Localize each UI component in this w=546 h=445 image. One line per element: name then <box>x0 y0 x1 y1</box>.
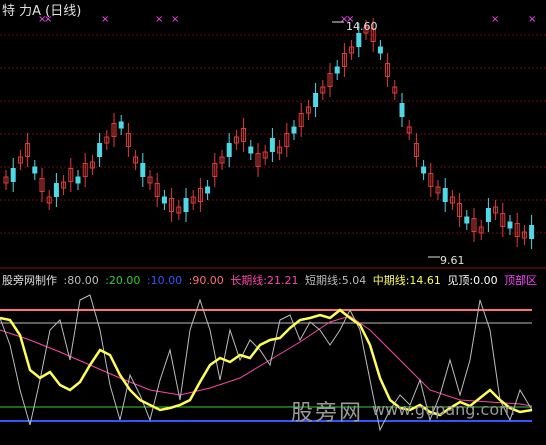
top-marker: × <box>155 14 163 25</box>
candle-body <box>53 183 59 197</box>
candle-body <box>507 221 513 229</box>
candle-body <box>356 33 362 47</box>
level-90: :90.00 <box>188 274 224 287</box>
candle-body <box>226 143 232 157</box>
long-line-value: 长期线:21.21 <box>230 274 299 287</box>
top-marker: × <box>171 14 179 25</box>
long-term-line <box>0 315 533 407</box>
candle-body <box>97 143 103 157</box>
candle-body <box>140 163 146 177</box>
short-line-value: 短期线:5.04 <box>305 274 367 287</box>
candle-body <box>485 208 491 222</box>
candle-body <box>529 225 535 239</box>
indicator-name: 股旁网制作 <box>2 274 57 287</box>
top-marker: × <box>101 14 109 25</box>
candle-body <box>313 93 319 107</box>
candle-body <box>421 166 427 174</box>
top-signal-value: 见顶:0.00 <box>447 274 498 287</box>
level-80: :80.00 <box>63 274 99 287</box>
stock-chart-window[interactable]: 特 力A (日线) × × × × × × × × × 14.60 9.61 股旁网制作 :80… <box>0 0 546 445</box>
indicator-legend: 股旁网制作 :80.00 :20.00 :10.00 :90.00 长期线:21… <box>2 272 540 288</box>
candle-body <box>377 46 383 54</box>
high-price-label: 14.60 <box>346 20 378 33</box>
top-zone-label: 顶部区 <box>504 274 538 287</box>
candle-body <box>464 216 470 224</box>
candle-body <box>205 186 211 194</box>
candle-body <box>32 166 38 174</box>
candle-body <box>269 138 275 152</box>
top-markers: ×× × × × ×× × × <box>38 14 536 25</box>
low-price-label: 9.61 <box>440 254 465 267</box>
watermark-en: www.gupang.com <box>372 400 515 419</box>
top-marker: × <box>44 14 52 25</box>
top-marker: × <box>491 14 499 25</box>
candle-body <box>334 66 340 74</box>
chart-canvas[interactable]: ×× × × × ×× × × <box>0 0 546 445</box>
candle-body <box>399 103 405 117</box>
level-10: :10.00 <box>146 274 183 287</box>
candle-body <box>442 188 448 202</box>
price-arrows <box>332 21 440 258</box>
candle-body <box>248 146 254 154</box>
candle-body <box>75 176 81 184</box>
candle-body <box>10 168 16 182</box>
candle-body <box>118 121 124 129</box>
candle-body <box>161 196 167 204</box>
level-20: :20.00 <box>105 274 141 287</box>
mid-line-value: 中期线:14.61 <box>372 274 441 287</box>
top-marker: × <box>528 14 536 25</box>
candle-body <box>291 126 297 134</box>
watermark-cn: 股旁网 <box>291 401 364 426</box>
candle-body <box>183 198 189 212</box>
